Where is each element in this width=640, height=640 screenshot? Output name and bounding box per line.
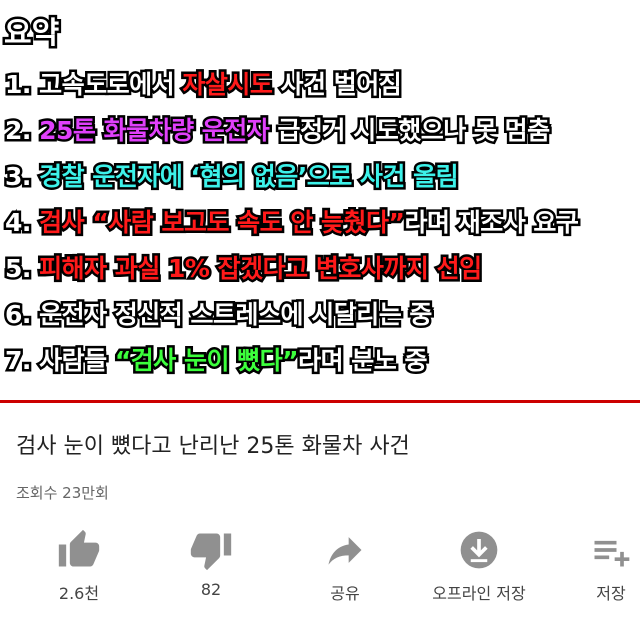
summary-segment: 3. (2, 160, 40, 194)
share-button[interactable]: 공유 (290, 522, 400, 612)
playlist-add-icon (594, 540, 630, 567)
summary-line-7: 7. 사람들 “검사 눈이 뼜다”라며 분노 중 (0, 338, 640, 384)
like-button[interactable]: 2.6천 (24, 522, 134, 612)
summary-segment: 7. 사람들 (3, 344, 115, 378)
summary-segment: 4. (2, 206, 40, 240)
save-label: 저장 (596, 584, 626, 603)
dislike-button[interactable]: 82 (156, 522, 266, 612)
download-button[interactable]: 오프라인 저장 (424, 522, 534, 612)
summary-segment: 자살시도 (180, 68, 276, 102)
dislike-count: 82 (200, 580, 222, 599)
summary-segment: “검사 눈이 뼜다” (112, 344, 301, 378)
action-bar: 2.6천 82 공유 오프라인 저장 저장 (0, 522, 640, 612)
bottom-divider (0, 630, 640, 640)
summary-line-4: 4. 검사 “사람 보고도 속도 안 늦췄다”라며 재조사 요구 (0, 200, 640, 246)
summary-segment: 25톤 화물차량 운전자 (37, 114, 273, 148)
summary-heading: 요약 (1, 14, 61, 54)
summary-segment: 라며 재조사 요구 (402, 206, 581, 240)
summary-line-5: 5. 피해자 과실 1% 잡겠다고 변호사까지 선임 (0, 246, 640, 292)
summary-line-1: 1. 고속도로에서 자살시도 사건 벌어짐 (0, 62, 640, 108)
summary-segment: 5. (2, 252, 40, 286)
save-button[interactable]: 저장 (556, 522, 640, 612)
summary-segment: 검사 “사람 보고도 속도 안 늦췄다” (37, 206, 408, 240)
progress-bar[interactable] (0, 400, 640, 403)
summary-segment: 2. (2, 114, 40, 148)
summary-list: 1. 고속도로에서 자살시도 사건 벌어짐 2. 25톤 화물차량 운전자 급정… (0, 62, 640, 384)
summary-segment: 급정거 시도했으나 못 멈춤 (269, 114, 553, 148)
share-label: 공유 (330, 584, 360, 603)
download-icon (460, 531, 498, 569)
summary-segment: 사건 벌어짐 (272, 68, 404, 102)
summary-segment: 1. 고속도로에서 (2, 68, 183, 102)
summary-segment: 6. 운전자 정신적 스트레스에 시달리는 중 (3, 298, 435, 332)
summary-line-3: 3. 경찰 운전자에 ‘혐의 없음’으로 사건 올림 (0, 154, 640, 200)
like-count: 2.6천 (58, 584, 100, 603)
summary-segment: 경찰 운전자에 ‘혐의 없음’으로 사건 올림 (37, 160, 462, 194)
video-thumbnail[interactable]: 요약 1. 고속도로에서 자살시도 사건 벌어짐 2. 25톤 화물차량 운전자… (0, 0, 640, 400)
summary-line-2: 2. 25톤 화물차량 운전자 급정거 시도했으나 못 멈춤 (0, 108, 640, 154)
summary-segment: 피해자 과실 1% 잡겠다고 변호사까지 선임 (37, 252, 485, 286)
video-title[interactable]: 검사 눈이 뼜다고 난리난 25톤 화물차 사건 (16, 428, 410, 460)
view-count: 조회수 23만회 (16, 484, 109, 502)
share-icon (328, 537, 362, 565)
thumbs-down-icon (190, 533, 232, 571)
thumbs-up-icon (58, 529, 100, 567)
summary-segment: 라며 분노 중 (296, 344, 430, 378)
download-label: 오프라인 저장 (432, 584, 526, 603)
summary-line-6: 6. 운전자 정신적 스트레스에 시달리는 중 (0, 292, 640, 338)
